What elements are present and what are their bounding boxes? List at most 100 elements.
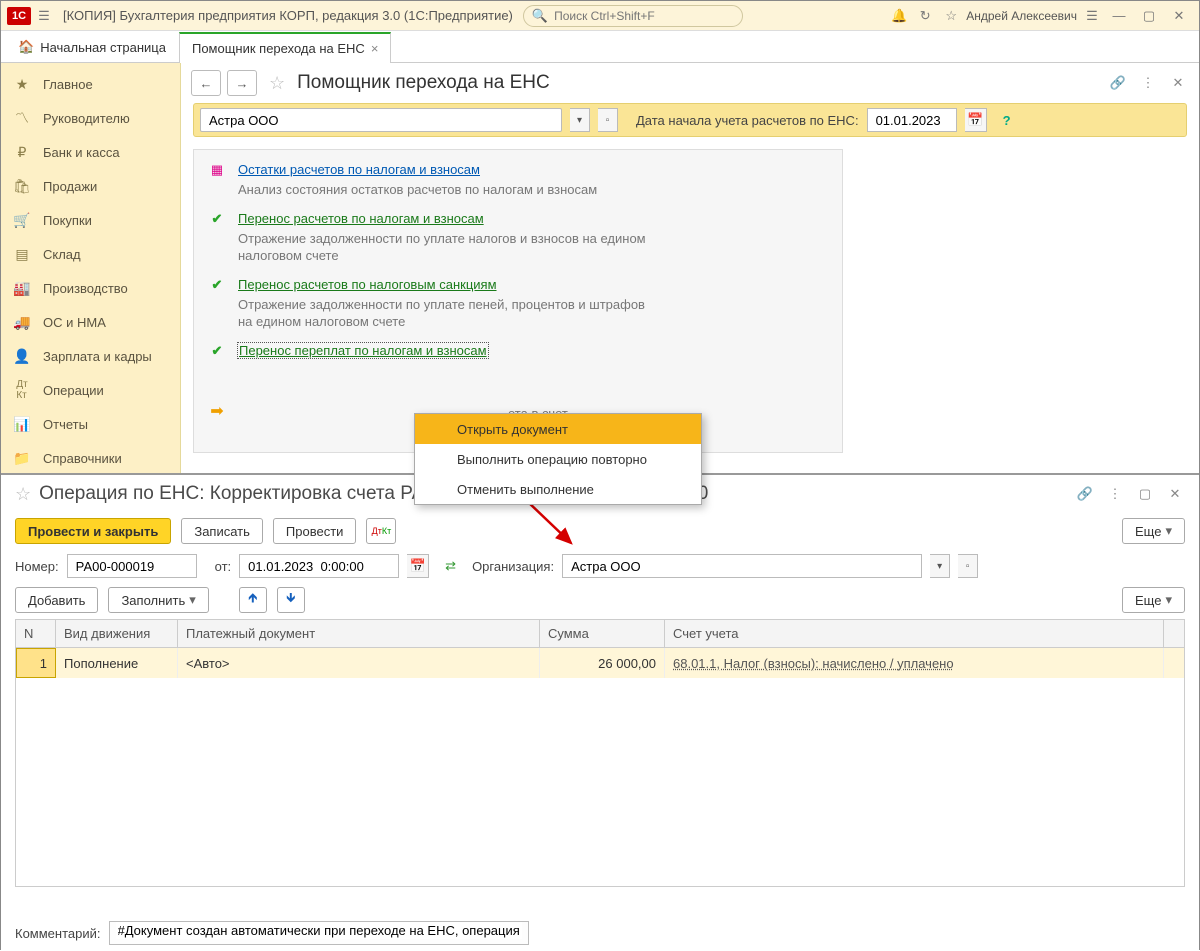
check-icon: ✔ (208, 211, 226, 227)
sidebar-label: Покупки (43, 213, 92, 228)
user-name[interactable]: Андрей Алексеевич (966, 9, 1077, 23)
col-n[interactable]: N (16, 620, 56, 647)
comment-field[interactable] (109, 921, 529, 945)
kebab-icon[interactable]: ⋮ (1105, 484, 1125, 504)
doc-org-input[interactable] (569, 558, 915, 575)
doc-org-field[interactable] (562, 554, 922, 578)
sidebar-item-main[interactable]: ★Главное (1, 67, 180, 101)
num-label: Номер: (15, 559, 59, 574)
help-icon[interactable]: ? (1003, 113, 1011, 128)
doc-close-icon[interactable]: ✕ (1165, 484, 1185, 504)
step-link[interactable]: Перенос расчетов по налоговым санкциям (238, 277, 497, 292)
num-field[interactable] (67, 554, 197, 578)
write-button[interactable]: Записать (181, 518, 263, 544)
grid-header: N Вид движения Платежный документ Сумма … (16, 620, 1184, 648)
sidebar-item-purchases[interactable]: 🛒 Покупки (1, 203, 180, 237)
sidebar-item-assets[interactable]: 🚚ОС и НМА (1, 305, 180, 339)
org-dropdown-button[interactable]: ▾ (570, 108, 590, 132)
col-pay[interactable]: Платежный документ (178, 620, 540, 647)
sidebar-item-production[interactable]: 🏭Производство (1, 271, 180, 305)
star-icon: ★ (13, 76, 31, 93)
cart-icon: 🛒 (13, 212, 31, 229)
col-sum[interactable]: Сумма (540, 620, 665, 647)
sidebar-item-manager[interactable]: 〽Руководителю (1, 101, 180, 135)
step-link[interactable]: Перенос расчетов по налогам и взносам (238, 211, 484, 226)
fill-button[interactable]: Заполнить (108, 587, 208, 613)
sidebar-label: Продажи (43, 179, 97, 194)
post-and-close-button[interactable]: Провести и закрыть (15, 518, 171, 544)
link-icon[interactable]: 🔗 (1075, 484, 1095, 504)
close-button[interactable]: ✕ (1165, 2, 1193, 30)
date-field[interactable] (867, 108, 957, 132)
tab-ens-label: Помощник перехода на ЕНС (192, 41, 365, 56)
ctx-open-doc[interactable]: Открыть документ (415, 414, 701, 444)
nav-forward-button[interactable]: → (227, 70, 257, 96)
doc-org-open[interactable]: ▫ (958, 554, 978, 578)
post-button[interactable]: Провести (273, 518, 357, 544)
sidebar-item-bank[interactable]: ₽Банк и касса (1, 135, 180, 169)
tab-home-label: Начальная страница (40, 40, 166, 55)
org-field[interactable] (200, 108, 562, 132)
sidebar-item-warehouse[interactable]: ▤Склад (1, 237, 180, 271)
check-icon: ✔ (208, 343, 226, 359)
num-input[interactable] (74, 558, 190, 575)
favorite-icon[interactable]: ☆ (15, 484, 31, 505)
date-input[interactable] (874, 112, 950, 129)
ruble-icon: ₽ (13, 144, 31, 161)
col-acct[interactable]: Счет учета (665, 620, 1164, 647)
from-input[interactable] (246, 558, 392, 575)
cell-kind[interactable]: Пополнение (56, 648, 178, 678)
step-4: ✔ Перенос переплат по налогам и взносам (208, 343, 828, 359)
kebab-icon[interactable]: ⋮ (1137, 72, 1159, 94)
step-link[interactable]: Перенос переплат по налогам и взносам (238, 343, 488, 358)
tab-home[interactable]: 🏠 Начальная страница (5, 31, 179, 62)
sidebar-item-catalogs[interactable]: 📁Справочники (1, 441, 180, 475)
ctx-redo[interactable]: Выполнить операцию повторно (415, 444, 701, 474)
cell-acct-link[interactable]: 68.01.1, Налог (взносы): начислено / упл… (673, 656, 954, 671)
org-input[interactable] (207, 112, 555, 129)
sidebar-item-payroll[interactable]: 👤Зарплата и кадры (1, 339, 180, 373)
nav-back-button[interactable]: ← (191, 70, 221, 96)
from-field[interactable] (239, 554, 399, 578)
bell-icon[interactable]: 🔔 (886, 3, 912, 29)
calendar-button[interactable]: 📅 (965, 108, 987, 132)
grid-more-button[interactable]: Еще (1122, 587, 1185, 613)
menu-icon[interactable]: ☰ (31, 3, 57, 29)
star-icon[interactable]: ☆ (938, 3, 964, 29)
tab-close-icon[interactable]: × (371, 41, 379, 56)
history-icon[interactable]: ↻ (912, 3, 938, 29)
comment-input[interactable] (116, 922, 522, 939)
ctx-cancel[interactable]: Отменить выполнение (415, 474, 701, 504)
global-search[interactable]: 🔍 (523, 5, 743, 27)
table-row[interactable]: 1 Пополнение <Авто> 26 000,00 68.01.1, Н… (16, 648, 1184, 678)
maximize-button[interactable]: ▢ (1135, 2, 1163, 30)
doc-window: ☆ Операция по ЕНС: Корректировка счета Р… (1, 473, 1199, 951)
doc-maximize-icon[interactable]: ▢ (1135, 484, 1155, 504)
sidebar-item-sales[interactable]: 🛍Продажи (1, 169, 180, 203)
link-icon[interactable]: 🔗 (1107, 72, 1129, 94)
calendar-button[interactable]: 📅 (407, 554, 429, 578)
settings-icon[interactable]: ☰ (1079, 3, 1105, 29)
cell-sum[interactable]: 26 000,00 (540, 648, 665, 678)
dtkt-button[interactable]: ДтКт (366, 518, 396, 544)
row-down-button[interactable]: 🡻 (277, 587, 305, 613)
cell-acct[interactable]: 68.01.1, Налог (взносы): начислено / упл… (665, 648, 1164, 678)
minimize-button[interactable]: — (1105, 2, 1133, 30)
doc-org-dropdown[interactable]: ▾ (930, 554, 950, 578)
col-kind[interactable]: Вид движения (56, 620, 178, 647)
org-open-button[interactable]: ▫ (598, 108, 618, 132)
favorite-icon[interactable]: ☆ (269, 73, 285, 94)
link-doc-icon[interactable]: ⇄ (445, 558, 456, 574)
step-link[interactable]: Остатки расчетов по налогам и взносам (238, 162, 480, 177)
from-label: от: (215, 559, 232, 574)
sidebar-item-operations[interactable]: ДтКтОперации (1, 373, 180, 407)
row-up-button[interactable]: 🡹 (239, 587, 267, 613)
sidebar-item-reports[interactable]: 📊Отчеты (1, 407, 180, 441)
tab-ens-helper[interactable]: Помощник перехода на ЕНС × (179, 32, 391, 63)
page-close-icon[interactable]: ✕ (1167, 72, 1189, 94)
more-button[interactable]: Еще (1122, 518, 1185, 544)
cell-pay[interactable]: <Авто> (178, 648, 540, 678)
cell-n[interactable]: 1 (16, 648, 56, 678)
add-button[interactable]: Добавить (15, 587, 98, 613)
global-search-input[interactable] (552, 8, 734, 24)
